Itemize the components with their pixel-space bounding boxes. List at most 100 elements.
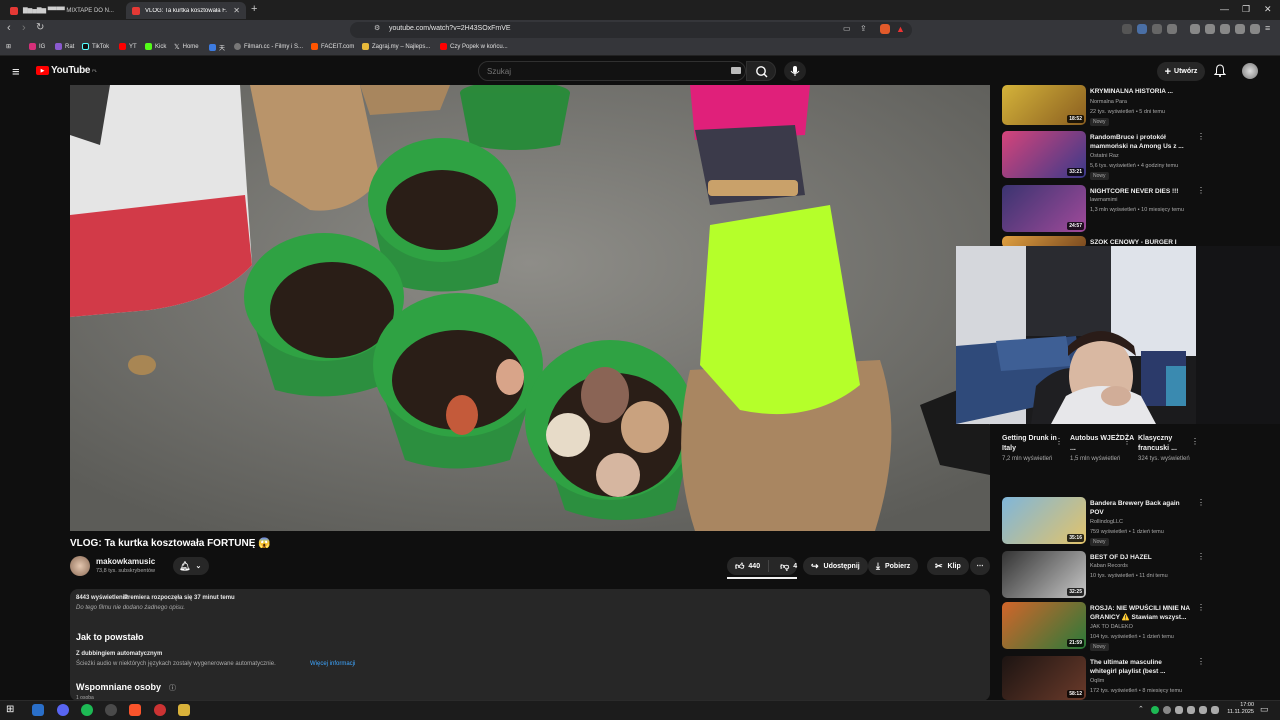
recommended-channel[interactable]: Oqlim: [1090, 678, 1104, 684]
video-thumbnail[interactable]: 33:21: [1002, 131, 1086, 178]
extension-icon[interactable]: [1167, 24, 1177, 34]
extension-icon[interactable]: [1152, 24, 1162, 34]
wallet-icon[interactable]: [1250, 24, 1260, 34]
reload-icon[interactable]: ↻: [36, 22, 44, 33]
bookmark-tiktok[interactable]: TikTok: [82, 43, 109, 50]
more-options-icon[interactable]: ⋮: [1123, 437, 1131, 446]
more-options-icon[interactable]: ⋮: [1055, 437, 1063, 446]
recommended-channel[interactable]: Ostatni Raz: [1090, 153, 1119, 159]
tray-icon[interactable]: [1187, 706, 1195, 714]
channel-name[interactable]: makowkamusic: [96, 557, 155, 566]
recommended-channel[interactable]: Normalna Para: [1090, 99, 1127, 105]
forward-icon[interactable]: ›: [22, 22, 26, 34]
recommended-channel[interactable]: RollindogLLC: [1090, 519, 1123, 525]
spotify-icon[interactable]: [81, 704, 93, 716]
more-options-icon[interactable]: ⋮: [1197, 498, 1205, 507]
recommended-channel[interactable]: lawmamimi: [1090, 197, 1118, 203]
bookmark-popek[interactable]: Czy Popek w końcu...: [440, 43, 508, 50]
description-box[interactable]: [70, 589, 990, 701]
extension-icon[interactable]: [1137, 24, 1147, 34]
close-window-button[interactable]: ✕: [1264, 4, 1272, 15]
bookmark-kick[interactable]: Kick: [145, 43, 166, 50]
more-options-icon[interactable]: ⋮: [1197, 657, 1205, 666]
bookmark-filman[interactable]: Filman.cc - Filmy i S...: [234, 43, 303, 50]
recommended-meta: 1,3 mln wyświetleń • 10 miesięcy temu: [1090, 207, 1184, 213]
brave-icon[interactable]: [129, 704, 141, 716]
discord-icon[interactable]: [57, 704, 69, 716]
maximize-button[interactable]: ❐: [1242, 4, 1250, 15]
cast-icon[interactable]: ▭: [843, 24, 851, 33]
extensions-icon[interactable]: [1220, 24, 1230, 34]
more-info-link[interactable]: Więcej informacji: [310, 661, 355, 667]
info-icon[interactable]: ⓘ: [169, 683, 176, 693]
like-button[interactable]: 👍︎ 440: [727, 560, 770, 572]
share-button[interactable]: ↪ Udostępnij: [803, 557, 868, 575]
video-thumbnail[interactable]: 32:25: [1002, 551, 1086, 598]
more-actions-button[interactable]: ⋯: [970, 557, 990, 575]
bookmark-ig[interactable]: IG: [29, 43, 45, 50]
new-tab-button[interactable]: +: [251, 3, 257, 15]
hamburger-menu-icon[interactable]: ≡: [12, 64, 20, 79]
extension-icon[interactable]: [1235, 24, 1245, 34]
tray-spotify-icon[interactable]: [1151, 706, 1159, 714]
recommended-channel[interactable]: Kaban Records: [1090, 563, 1128, 569]
video-thumbnail[interactable]: 18:52: [1002, 85, 1086, 125]
close-tab-icon[interactable]: ✕: [233, 6, 240, 15]
more-options-icon[interactable]: ⋮: [1191, 437, 1199, 446]
minimize-button[interactable]: —: [1220, 4, 1229, 14]
clock[interactable]: 17:00 11.11.2025: [1222, 702, 1254, 716]
notification-center-icon[interactable]: ▭: [1260, 704, 1269, 715]
network-icon[interactable]: [1199, 706, 1207, 714]
bookmark-zagraj[interactable]: Zagraj.my – Najleps...: [362, 43, 430, 50]
app-icon[interactable]: [154, 704, 166, 716]
tab-mixtape[interactable]: ▇▆▅▇▆ ▀▀▀▀ MIXTAPE DO N...: [4, 2, 122, 19]
back-icon[interactable]: ‹: [7, 22, 11, 34]
subscribed-button[interactable]: 🔔︎ ⌄: [173, 557, 209, 575]
channel-avatar[interactable]: [70, 556, 90, 576]
tray-icon[interactable]: [1163, 706, 1171, 714]
app-icon[interactable]: [178, 704, 190, 716]
bookmark-rat[interactable]: Rat: [55, 43, 74, 50]
more-options-icon[interactable]: ⋮: [1197, 186, 1205, 195]
tab-vlog[interactable]: VLOG: Ta kurtka kosztowała F... ✕: [126, 2, 246, 19]
video-player[interactable]: [70, 85, 990, 531]
bookmark-yt[interactable]: YT: [119, 43, 137, 50]
tray-chevron-icon[interactable]: ⌃: [1138, 705, 1144, 713]
video-thumbnail[interactable]: 58:12: [1002, 656, 1086, 700]
more-options-icon[interactable]: ⋮: [1197, 132, 1205, 141]
youtube-logo[interactable]: ▶ YouTube PL: [36, 65, 97, 76]
extension-icon[interactable]: [1122, 24, 1132, 34]
dislike-button[interactable]: 👎︎ 4: [774, 561, 803, 572]
media-icon[interactable]: [1190, 24, 1200, 34]
bookmark-home[interactable]: 𝕏 Home: [174, 43, 199, 51]
voice-search-button[interactable]: [784, 61, 806, 81]
search-button[interactable]: [746, 61, 776, 81]
search-input[interactable]: [478, 61, 746, 81]
create-button[interactable]: + Utwórz: [1157, 62, 1205, 81]
avatar[interactable]: [1242, 63, 1258, 79]
notifications-bell-icon[interactable]: [1213, 64, 1227, 80]
start-icon[interactable]: ⊞: [6, 704, 18, 716]
more-options-icon[interactable]: ⋮: [1197, 552, 1205, 561]
sidebar-icon[interactable]: [1205, 24, 1215, 34]
chrome-icon[interactable]: [105, 704, 117, 716]
video-thumbnail[interactable]: 24:57: [1002, 185, 1086, 232]
video-thumbnail[interactable]: 21:59: [1002, 602, 1086, 649]
site-info-icon[interactable]: ⚙: [374, 24, 380, 32]
volume-icon[interactable]: [1211, 706, 1219, 714]
brave-rewards-icon[interactable]: ▲: [896, 24, 906, 34]
share-page-icon[interactable]: ⇪: [860, 24, 867, 33]
apps-grid-icon[interactable]: ⊞: [6, 43, 11, 50]
bookmark-tian[interactable]: 天: [209, 43, 225, 52]
download-button[interactable]: ⤓ Pobierz: [868, 557, 919, 575]
keyboard-icon[interactable]: [731, 67, 741, 74]
bookmark-faceit[interactable]: FACEIT.com: [311, 43, 354, 50]
explorer-icon[interactable]: [32, 704, 44, 716]
recommended-channel[interactable]: JAK TO DALEKO: [1090, 624, 1133, 630]
video-thumbnail[interactable]: 35:16: [1002, 497, 1086, 544]
browser-menu-icon[interactable]: ≡: [1265, 23, 1270, 33]
brave-shields-icon[interactable]: [880, 24, 890, 34]
tray-icon[interactable]: [1175, 706, 1183, 714]
clip-button[interactable]: ✂ Klip: [927, 557, 969, 575]
more-options-icon[interactable]: ⋮: [1197, 603, 1205, 612]
